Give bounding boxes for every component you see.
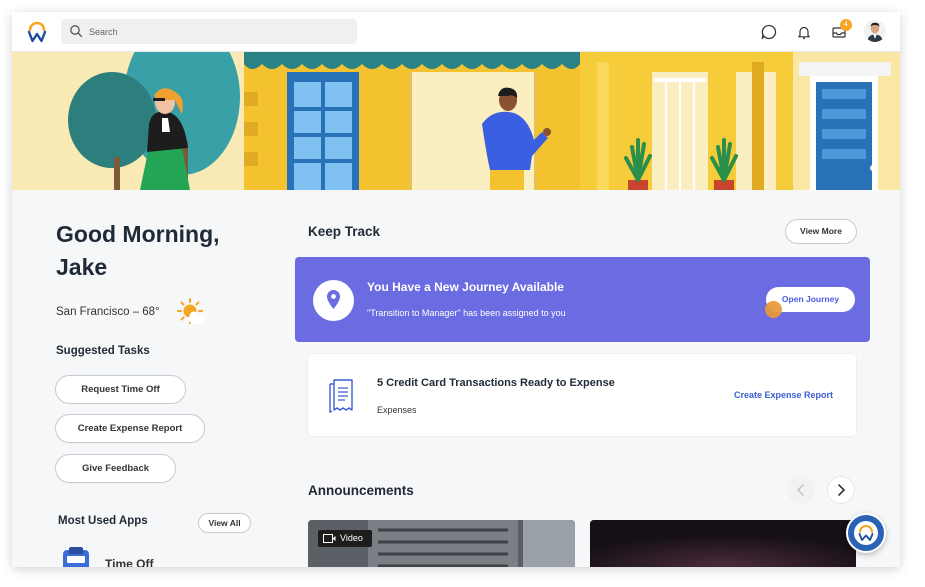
weather-location: San Francisco – 68° <box>56 306 160 318</box>
search-input[interactable] <box>89 23 339 40</box>
journey-title: You Have a New Journey Available <box>367 280 564 294</box>
hero-banner-illustration <box>12 52 900 190</box>
journey-subtitle: "Transition to Manager" has been assigne… <box>367 308 566 318</box>
expense-title: 5 Credit Card Transactions Ready to Expe… <box>377 377 615 389</box>
expense-subtitle: Expenses <box>377 405 417 415</box>
greeting-heading: Good Morning, Jake <box>56 221 220 280</box>
top-bar: 4 <box>12 12 900 52</box>
search-icon <box>70 25 83 38</box>
dark-announcement-image <box>590 520 856 567</box>
journey-pin-container <box>313 280 354 321</box>
view-all-apps-button[interactable]: View All <box>198 513 251 533</box>
video-camera-icon <box>323 534 336 543</box>
workday-assistant-icon <box>854 521 878 545</box>
street-scene-illustration <box>12 52 900 190</box>
partly-sunny-icon <box>177 298 206 324</box>
workday-home-window: 4 <box>12 12 900 567</box>
announcements-title: Announcements <box>308 483 414 498</box>
search-bar[interactable] <box>61 19 357 44</box>
announcement-card-video[interactable]: Video <box>308 520 575 567</box>
user-avatar[interactable] <box>864 20 886 42</box>
time-off-app-label[interactable]: Time Off <box>105 557 153 567</box>
announcement-card-2[interactable] <box>590 520 856 567</box>
keep-track-title: Keep Track <box>308 224 381 239</box>
location-pin-icon <box>327 290 340 309</box>
video-tag: Video <box>318 530 372 547</box>
video-tag-label: Video <box>340 533 363 543</box>
time-off-icon[interactable] <box>60 546 92 567</box>
inbox-count-badge: 4 <box>840 19 852 31</box>
notification-bell-icon[interactable] <box>795 23 813 41</box>
workday-logo[interactable] <box>26 21 48 43</box>
most-used-apps-title: Most Used Apps <box>58 515 148 527</box>
view-more-button[interactable]: View More <box>785 219 857 244</box>
create-expense-report-link[interactable]: Create Expense Report <box>734 390 833 400</box>
next-announcement-button[interactable] <box>827 476 855 504</box>
request-time-off-button[interactable]: Request Time Off <box>55 375 186 404</box>
create-expense-report-task-button[interactable]: Create Expense Report <box>55 414 205 443</box>
workday-assistant-button[interactable] <box>846 513 886 553</box>
give-feedback-button[interactable]: Give Feedback <box>55 454 176 483</box>
chat-icon[interactable] <box>760 23 778 41</box>
previous-announcement-button[interactable] <box>787 476 815 504</box>
receipt-icon <box>329 379 353 414</box>
suggested-tasks-title: Suggested Tasks <box>56 345 150 357</box>
journey-banner: You Have a New Journey Available "Transi… <box>295 257 870 342</box>
pointer-cursor-indicator <box>765 301 782 318</box>
expense-card: 5 Credit Card Transactions Ready to Expe… <box>308 354 856 436</box>
